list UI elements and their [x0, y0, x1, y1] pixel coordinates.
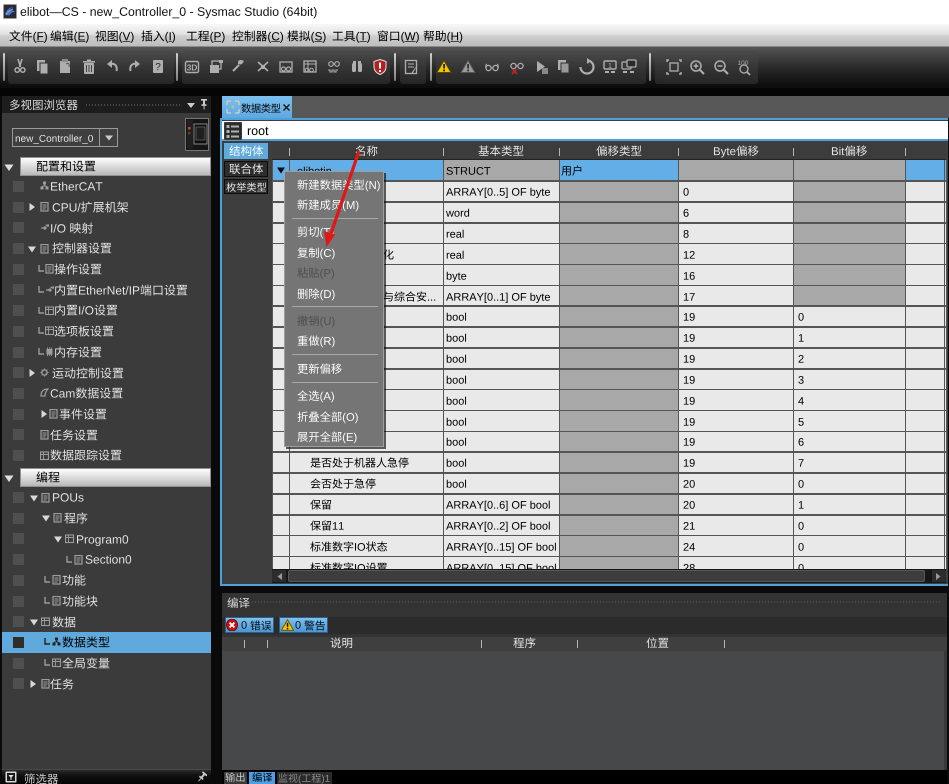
svg-text:?: ? — [155, 62, 161, 73]
svg-text:1: 1 — [608, 63, 612, 70]
svg-text:3D: 3D — [187, 63, 198, 73]
